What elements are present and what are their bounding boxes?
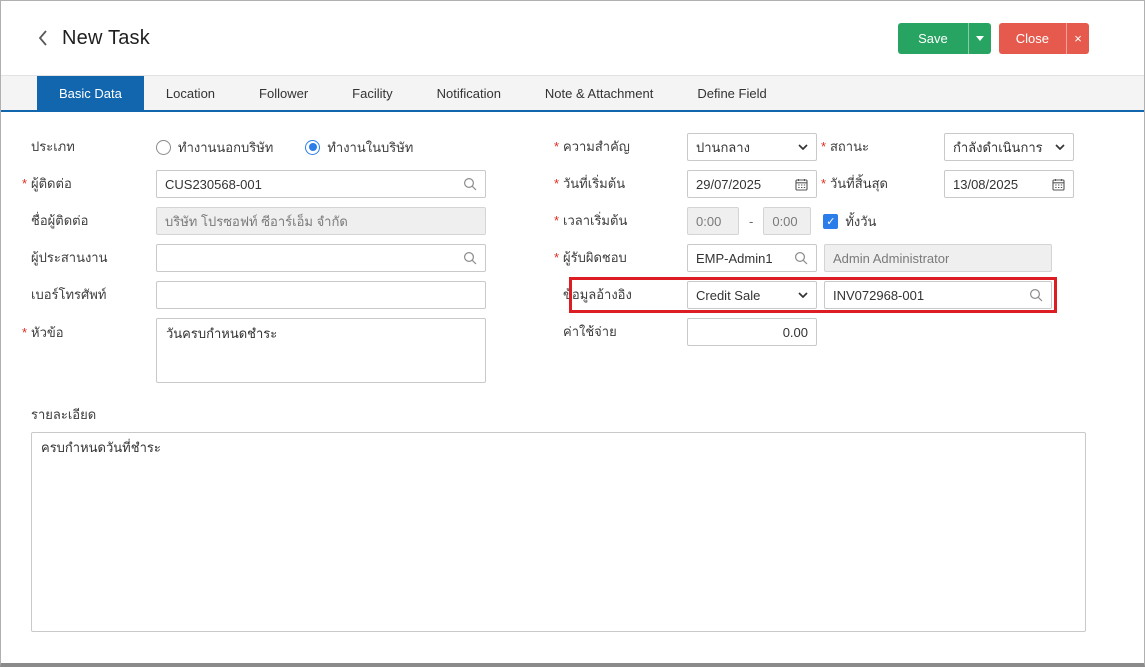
end-date-input[interactable]: 13/08/2025 [944, 170, 1074, 198]
back-button[interactable] [37, 29, 48, 47]
reference-row: ข้อมูลอ้างอิง Credit Sale INV072968-001 [563, 281, 1086, 309]
priority-status-row: *ความสำคัญ ปานกลาง *สถานะ กำลังดำเนินการ [563, 133, 1086, 161]
tab-location[interactable]: Location [144, 76, 237, 110]
coordinator-row: ผู้ประสานงาน [31, 244, 486, 272]
end-date-label: *วันที่สิ้นสุด [817, 176, 944, 192]
subject-label: *หัวข้อ [31, 325, 156, 341]
search-icon[interactable] [463, 251, 477, 265]
checkbox-checked-icon: ✓ [823, 214, 838, 229]
type-label: ประเภท [31, 139, 156, 155]
basic-data-form: ประเภท ทำงานนอกบริษัท ทำงานในบริษัท *ผู [1, 112, 1144, 632]
close-icon: × [1074, 32, 1082, 45]
contact-label: *ผู้ติดต่อ [31, 176, 156, 192]
form-right-column: *ความสำคัญ ปานกลาง *สถานะ กำลังดำเนินการ [563, 133, 1086, 392]
contact-name-row: ชื่อผู้ติดต่อ บริษัท โปรซอฟท์ ซีอาร์เอ็ม… [31, 207, 486, 235]
tab-basic-data[interactable]: Basic Data [37, 76, 144, 110]
type-row: ประเภท ทำงานนอกบริษัท ทำงานในบริษัท [31, 133, 486, 161]
header-actions: Save Close × [898, 23, 1089, 54]
details-label: รายละเอียด [31, 404, 1114, 425]
search-icon[interactable] [794, 251, 808, 265]
radio-checked-icon [305, 140, 320, 155]
save-split-button: Save [898, 23, 991, 54]
header: New Task Save Close × [1, 1, 1144, 76]
dates-row: *วันที่เริ่มต้น 29/07/2025 *วันที่สิ้นสุ… [563, 170, 1086, 198]
time-from-input: 0:00 [687, 207, 739, 235]
time-to-input: 0:00 [763, 207, 811, 235]
close-x-button[interactable]: × [1066, 23, 1089, 54]
tab-note-attachment[interactable]: Note & Attachment [523, 76, 675, 110]
radio-work-outside[interactable]: ทำงานนอกบริษัท [156, 137, 273, 158]
all-day-checkbox[interactable]: ✓ ทั้งวัน [823, 211, 876, 232]
page-title: New Task [62, 27, 150, 50]
coordinator-label: ผู้ประสานงาน [31, 250, 156, 266]
coordinator-input[interactable] [156, 244, 486, 272]
phone-input[interactable] [156, 281, 486, 309]
owner-name-input: Admin Administrator [824, 244, 1052, 272]
type-radio-group: ทำงานนอกบริษัท ทำงานในบริษัท [156, 137, 445, 158]
reference-label: ข้อมูลอ้างอิง [563, 287, 687, 303]
reference-type-select[interactable]: Credit Sale [687, 281, 817, 309]
time-separator: - [749, 214, 753, 229]
chevron-left-icon [37, 29, 48, 47]
expense-row: ค่าใช้จ่าย 0.00 [563, 318, 1086, 346]
tab-bar: Basic Data Location Follower Facility No… [1, 76, 1144, 112]
tab-follower[interactable]: Follower [237, 76, 330, 110]
tab-notification[interactable]: Notification [415, 76, 523, 110]
start-time-label: *เวลาเริ่มต้น [563, 213, 687, 229]
time-row: *เวลาเริ่มต้น 0:00 - 0:00 ✓ ทั้งวัน [563, 207, 1086, 235]
owner-label: *ผู้รับผิดชอบ [563, 250, 687, 266]
owner-row: *ผู้รับผิดชอบ EMP-Admin1 Admin Administr… [563, 244, 1086, 272]
reference-doc-input[interactable]: INV072968-001 [824, 281, 1052, 309]
new-task-window: New Task Save Close × Basic Data Locatio… [0, 0, 1145, 667]
close-button[interactable]: Close [999, 23, 1066, 54]
search-icon[interactable] [463, 177, 477, 191]
start-date-input[interactable]: 29/07/2025 [687, 170, 817, 198]
phone-label: เบอร์โทรศัพท์ [31, 287, 156, 303]
contact-input[interactable]: CUS230568-001 [156, 170, 486, 198]
status-label: *สถานะ [817, 139, 944, 155]
save-dropdown-button[interactable] [968, 23, 991, 54]
contact-row: *ผู้ติดต่อ CUS230568-001 [31, 170, 486, 198]
owner-code-input[interactable]: EMP-Admin1 [687, 244, 817, 272]
details-section: รายละเอียด ครบกำหนดวันที่ชำระ [31, 404, 1114, 632]
chevron-down-icon [976, 36, 984, 41]
priority-label: *ความสำคัญ [563, 139, 687, 155]
details-textarea[interactable]: ครบกำหนดวันที่ชำระ [31, 432, 1086, 632]
expense-input[interactable]: 0.00 [687, 318, 817, 346]
status-select[interactable]: กำลังดำเนินการ [944, 133, 1074, 161]
priority-select[interactable]: ปานกลาง [687, 133, 817, 161]
chevron-down-icon [1055, 144, 1065, 150]
tab-define-field[interactable]: Define Field [675, 76, 788, 110]
chevron-down-icon [798, 144, 808, 150]
calendar-icon[interactable] [1052, 178, 1065, 191]
form-left-column: ประเภท ทำงานนอกบริษัท ทำงานในบริษัท *ผู [31, 133, 486, 392]
chevron-down-icon [798, 292, 808, 298]
subject-textarea[interactable]: วันครบกำหนดชำระ [156, 318, 486, 383]
search-icon[interactable] [1029, 288, 1043, 302]
close-split-button: Close × [999, 23, 1089, 54]
expense-label: ค่าใช้จ่าย [563, 324, 687, 340]
calendar-icon[interactable] [795, 178, 808, 191]
contact-name-input: บริษัท โปรซอฟท์ ซีอาร์เอ็ม จำกัด [156, 207, 486, 235]
radio-work-inside[interactable]: ทำงานในบริษัท [305, 137, 413, 158]
tab-facility[interactable]: Facility [330, 76, 414, 110]
start-date-label: *วันที่เริ่มต้น [563, 176, 687, 192]
save-button[interactable]: Save [898, 23, 968, 54]
contact-name-label: ชื่อผู้ติดต่อ [31, 213, 156, 229]
radio-unchecked-icon [156, 140, 171, 155]
subject-row: *หัวข้อ วันครบกำหนดชำระ [31, 318, 486, 383]
phone-row: เบอร์โทรศัพท์ [31, 281, 486, 309]
